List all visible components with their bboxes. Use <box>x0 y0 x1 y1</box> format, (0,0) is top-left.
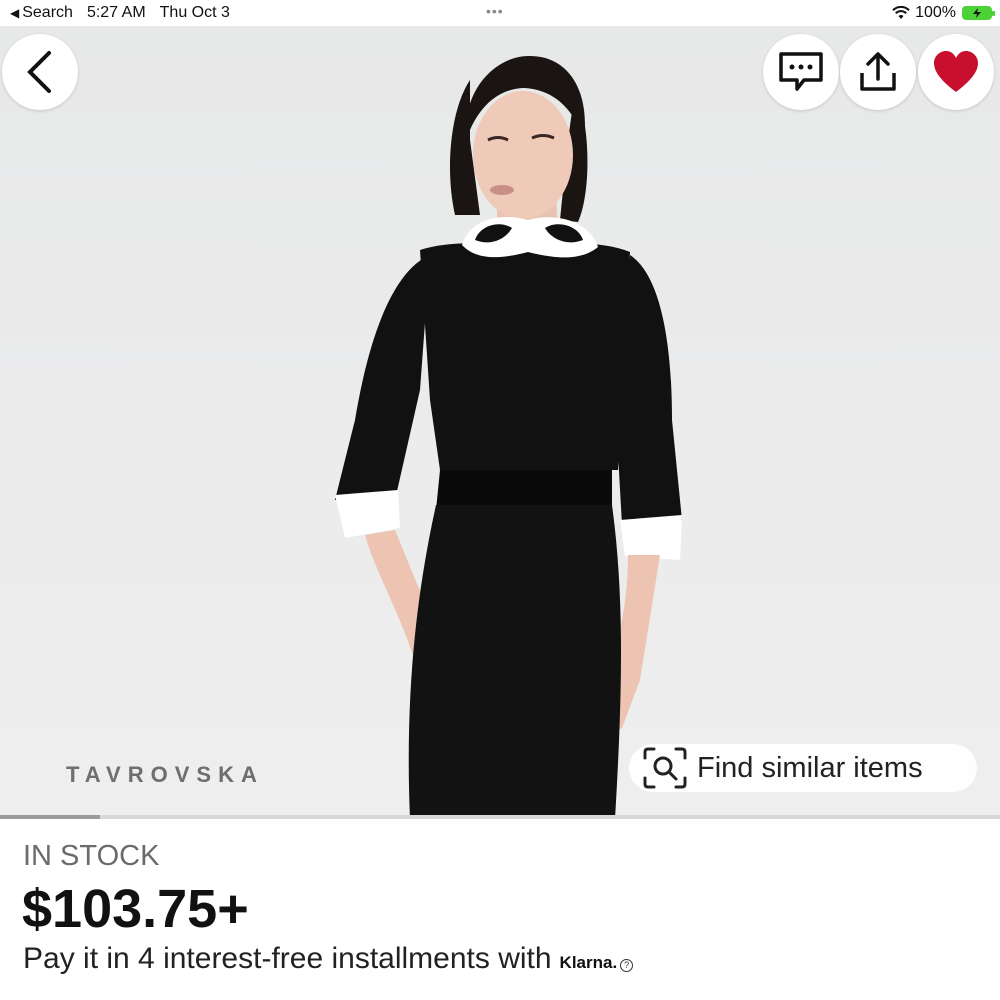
find-similar-items-label: Find similar items <box>697 751 923 784</box>
wifi-icon <box>892 6 910 19</box>
back-to-app-icon[interactable]: ◀ <box>10 6 19 20</box>
image-gallery-progress <box>0 815 1000 819</box>
share-button[interactable] <box>840 34 916 110</box>
status-time: 5:27 AM <box>86 4 146 21</box>
favorite-button[interactable] <box>918 34 994 110</box>
klarna-logo: Klarna. <box>559 953 618 972</box>
multitasking-dots-icon[interactable]: ••• <box>486 3 504 19</box>
visual-search-icon <box>643 747 687 789</box>
stock-status: IN STOCK <box>23 840 160 872</box>
battery-percent: 100% <box>915 4 956 21</box>
message-seller-button[interactable] <box>763 34 839 110</box>
product-image[interactable]: TAVROVSKA Find similar items <box>0 26 1000 819</box>
product-price: $103.75+ <box>22 879 249 939</box>
chat-bubble-icon <box>779 52 823 91</box>
find-similar-items-button[interactable]: Find similar items <box>629 744 977 792</box>
battery-icon <box>962 6 995 20</box>
image-gallery-progress-fill <box>0 815 100 819</box>
back-button[interactable] <box>2 34 78 110</box>
chevron-left-icon <box>27 51 51 93</box>
info-icon[interactable]: ? <box>620 959 634 972</box>
status-bar: ◀ Search 5:27 AM Thu Oct 3 ••• 100% <box>0 0 1000 26</box>
brand-watermark: TAVROVSKA <box>66 762 264 787</box>
installments-info: Pay it in 4 interest-free installments w… <box>23 942 634 976</box>
back-to-app-label[interactable]: Search <box>22 4 73 22</box>
status-date: Thu Oct 3 <box>159 4 230 21</box>
share-icon <box>860 52 896 91</box>
product-photo-model <box>335 55 682 819</box>
installments-text: Pay it in 4 interest-free installments w… <box>23 942 552 975</box>
heart-icon <box>934 51 978 92</box>
